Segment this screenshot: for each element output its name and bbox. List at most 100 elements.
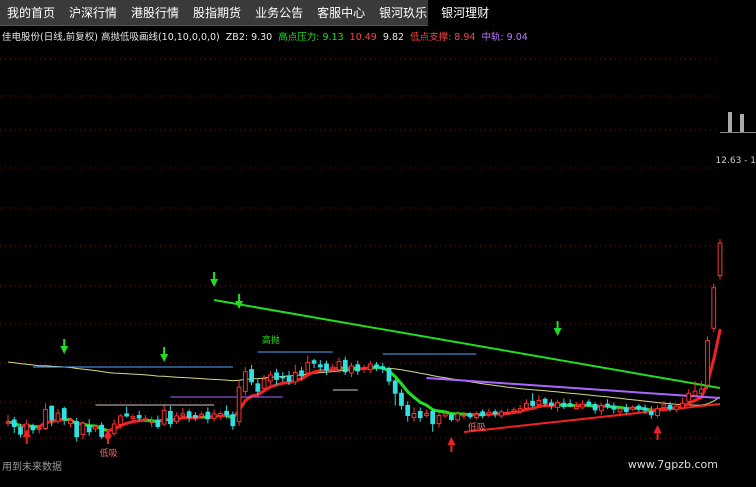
candle (118, 415, 123, 425)
candle (192, 415, 198, 419)
candle (80, 422, 86, 436)
candle (499, 411, 504, 417)
candle (655, 408, 660, 417)
candle (143, 418, 148, 421)
candle (93, 425, 98, 430)
candle (580, 403, 585, 408)
candle (180, 413, 186, 417)
candle (598, 405, 604, 412)
candle (380, 366, 386, 370)
candle (567, 403, 573, 407)
candle (11, 419, 17, 427)
low-buy-marker: 低吸 (468, 421, 486, 433)
candle (355, 364, 361, 372)
price-axis-bar (740, 114, 744, 132)
resistance-line (213, 299, 721, 389)
candle (705, 339, 710, 386)
candle (411, 412, 417, 419)
price-axis-bar (728, 112, 732, 132)
candle (561, 402, 567, 408)
candle (324, 363, 329, 371)
candle (611, 405, 617, 410)
candle (542, 398, 548, 404)
candle (461, 414, 467, 417)
candle (405, 404, 411, 417)
watermark: www.7gpzb.com (627, 458, 718, 471)
candle (686, 392, 692, 402)
candle (449, 414, 454, 421)
candle (230, 414, 236, 427)
candle (217, 412, 223, 417)
candle (242, 371, 248, 393)
candle (43, 408, 48, 429)
candle (236, 386, 242, 423)
candle (161, 409, 167, 425)
candle (149, 421, 155, 424)
candle (292, 372, 298, 383)
candlestick-chart: 高抛低吸低吸 (0, 58, 723, 459)
candle (199, 413, 204, 417)
buy-arrow-icon (653, 425, 662, 433)
candle (386, 368, 392, 382)
candle (367, 363, 373, 371)
candle (342, 359, 348, 373)
buy-arrow-icon (447, 437, 456, 445)
candle (61, 408, 67, 420)
candle (205, 411, 211, 420)
candle (505, 412, 511, 415)
sell-arrow-icon (553, 328, 562, 336)
candle (698, 388, 704, 394)
candle (605, 403, 610, 407)
candle (155, 419, 161, 427)
candle (280, 376, 286, 379)
candle (317, 364, 323, 368)
candle (630, 406, 635, 410)
candle (623, 407, 629, 412)
candle (617, 408, 623, 413)
candle (480, 411, 486, 417)
candle (311, 360, 317, 364)
candle (374, 364, 379, 369)
trend-moving-average (399, 382, 410, 394)
candle (30, 425, 36, 431)
candle (392, 380, 398, 394)
candle (74, 421, 80, 438)
sell-arrow-icon (210, 279, 219, 287)
candle (492, 411, 498, 415)
candle (524, 402, 529, 409)
future-data-note: 用到未来数据 (2, 462, 62, 473)
candle (424, 412, 429, 417)
candle (673, 405, 679, 410)
candle (5, 421, 11, 424)
candle (124, 413, 130, 417)
candle (299, 370, 304, 377)
candle (249, 369, 254, 383)
candle (36, 427, 42, 430)
candle (361, 367, 367, 370)
candle (274, 372, 279, 380)
candle (555, 402, 560, 408)
candle (511, 409, 517, 412)
candle (530, 400, 536, 406)
high-sell-marker: 高抛 (262, 334, 280, 346)
buy-arrow-icon (22, 429, 31, 437)
candle (349, 365, 354, 374)
candle (99, 424, 105, 438)
candle (573, 406, 579, 410)
candle (305, 361, 311, 374)
candle (330, 366, 336, 370)
candle (417, 410, 423, 419)
candle (68, 419, 73, 425)
candle (536, 400, 542, 406)
candle (399, 392, 404, 406)
candle (18, 426, 23, 435)
candle (586, 401, 592, 406)
candle (336, 361, 342, 371)
candle (174, 415, 180, 423)
candle (267, 374, 273, 382)
candle (592, 404, 598, 411)
candle (186, 411, 192, 419)
candle (648, 410, 654, 416)
candle (680, 402, 685, 409)
candle (430, 410, 436, 425)
